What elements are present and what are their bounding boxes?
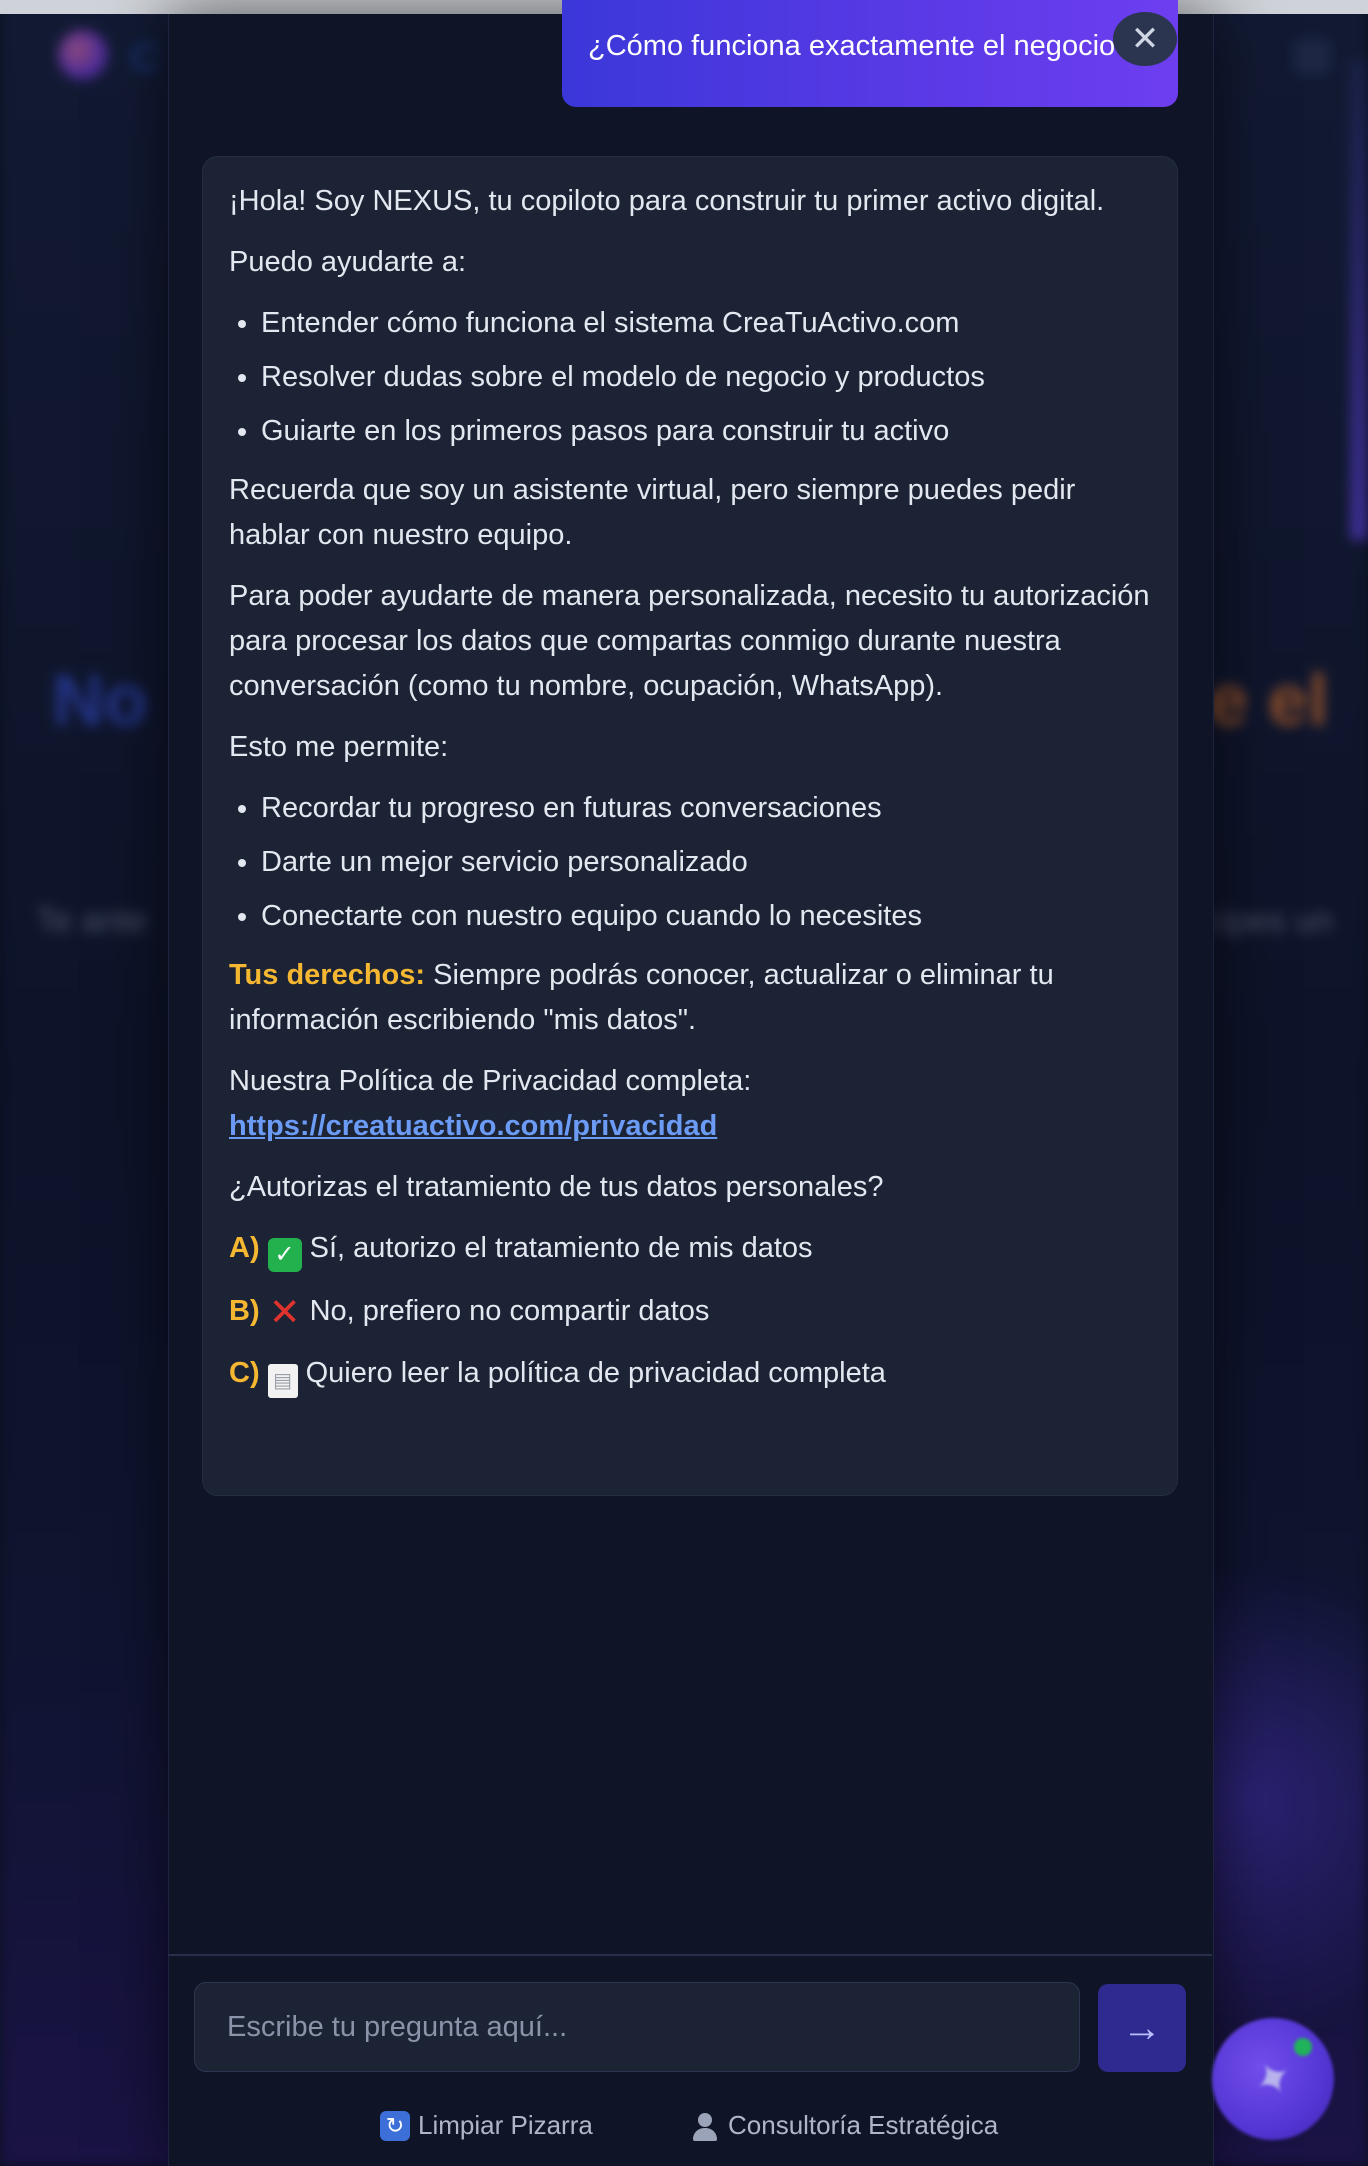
option-letter: C) xyxy=(229,1357,260,1389)
consent-question: ¿Autorizas el tratamiento de tus datos p… xyxy=(229,1171,884,1203)
list-item: Resolver dudas sobre el modelo de negoci… xyxy=(261,355,1151,400)
option-read-policy[interactable]: C) ▤ Quiero leer la política de privacidad… xyxy=(229,1351,1151,1398)
document-icon: ▤ xyxy=(267,1364,298,1398)
background-menu-icon xyxy=(1294,40,1330,74)
option-text: Quiero leer la política de privacidad co… xyxy=(305,1357,886,1389)
arrow-right-icon: → xyxy=(1122,2005,1162,2050)
check-mark-icon: ✓ xyxy=(267,1238,302,1272)
close-icon[interactable]: ✕ xyxy=(1113,12,1177,66)
background-logo xyxy=(58,30,108,80)
background-brand: C xyxy=(130,36,161,80)
cross-mark-icon: ✕ xyxy=(268,1292,301,1334)
list-item: Guiarte en los primeros pasos para const… xyxy=(261,409,1151,454)
help-list: Entender cómo funciona el sistema CreaTu… xyxy=(229,301,1151,454)
background-scroll-edge xyxy=(1350,60,1368,540)
send-button[interactable]: → xyxy=(1098,1984,1186,2072)
chat-input[interactable] xyxy=(194,1982,1080,2072)
list-item: Conectarte con nuestro equipo cuando lo … xyxy=(261,894,1151,939)
option-letter: B) xyxy=(229,1295,260,1327)
strategic-consulting-button[interactable]: Consultoría Estratégica xyxy=(690,2110,998,2141)
background-subtitle-right: cipes un xyxy=(1206,902,1333,940)
reminder-text: Recuerda que soy un asistente virtual, p… xyxy=(229,474,1076,551)
background-subtitle-left: Te ante xyxy=(36,902,148,940)
allows-list: Recordar tu progreso en futuras conversa… xyxy=(229,786,1151,939)
consent-request-text: Para poder ayudarte de manera personaliz… xyxy=(229,580,1150,702)
clear-board-label: Limpiar Pizarra xyxy=(418,2110,593,2140)
greeting-text: ¡Hola! Soy NEXUS, tu copiloto para const… xyxy=(229,185,1105,217)
user-message-text: ¿Cómo funciona exactamente el negocio xyxy=(588,30,1116,62)
input-divider xyxy=(168,1954,1212,1956)
privacy-policy-link[interactable]: https://creatuactivo.com/privacidad xyxy=(229,1110,717,1142)
chat-footer-actions: ↻ Limpiar Pizarra Consultoría Estratégic… xyxy=(0,2110,1368,2150)
rights-label: Tus derechos: xyxy=(229,959,426,991)
clear-board-button[interactable]: ↻ Limpiar Pizarra xyxy=(380,2110,593,2141)
option-text: No, prefiero no compartir datos xyxy=(309,1295,710,1327)
rocket-icon: ✦ xyxy=(1243,2046,1303,2112)
refresh-icon: ↻ xyxy=(380,2110,410,2141)
list-item: Darte un mejor servicio personalizado xyxy=(261,840,1151,885)
list-item: Entender cómo funciona el sistema CreaTu… xyxy=(261,301,1151,346)
assistant-message-bubble: ¡Hola! Soy NEXUS, tu copiloto para const… xyxy=(202,156,1178,1496)
option-decline[interactable]: B) ✕ No, prefiero no compartir datos xyxy=(229,1289,1151,1334)
rights-paragraph: Tus derechos: Siempre podrás conocer, ac… xyxy=(229,953,1151,1043)
user-message-bubble: ¿Cómo funciona exactamente el negocio xyxy=(562,0,1178,107)
list-item: Recordar tu progreso en futuras conversa… xyxy=(261,786,1151,831)
allows-intro-text: Esto me permite: xyxy=(229,731,449,763)
policy-label: Nuestra Política de Privacidad completa: xyxy=(229,1065,752,1097)
help-intro-text: Puedo ayudarte a: xyxy=(229,246,467,278)
strategic-consulting-label: Consultoría Estratégica xyxy=(728,2110,999,2140)
chat-launcher-button[interactable]: ✦ xyxy=(1212,2018,1334,2140)
background-hero-right: e el xyxy=(1208,661,1329,741)
background-hero-left: No xyxy=(52,661,148,741)
person-icon xyxy=(690,2111,720,2141)
option-authorize[interactable]: A) ✓ Sí, autorizo el tratamiento de mis da… xyxy=(229,1226,1151,1272)
policy-paragraph: Nuestra Política de Privacidad completa:… xyxy=(229,1059,1151,1149)
option-letter: A) xyxy=(229,1232,260,1264)
option-text: Sí, autorizo el tratamiento de mis datos xyxy=(309,1232,813,1264)
online-status-dot xyxy=(1294,2038,1312,2056)
